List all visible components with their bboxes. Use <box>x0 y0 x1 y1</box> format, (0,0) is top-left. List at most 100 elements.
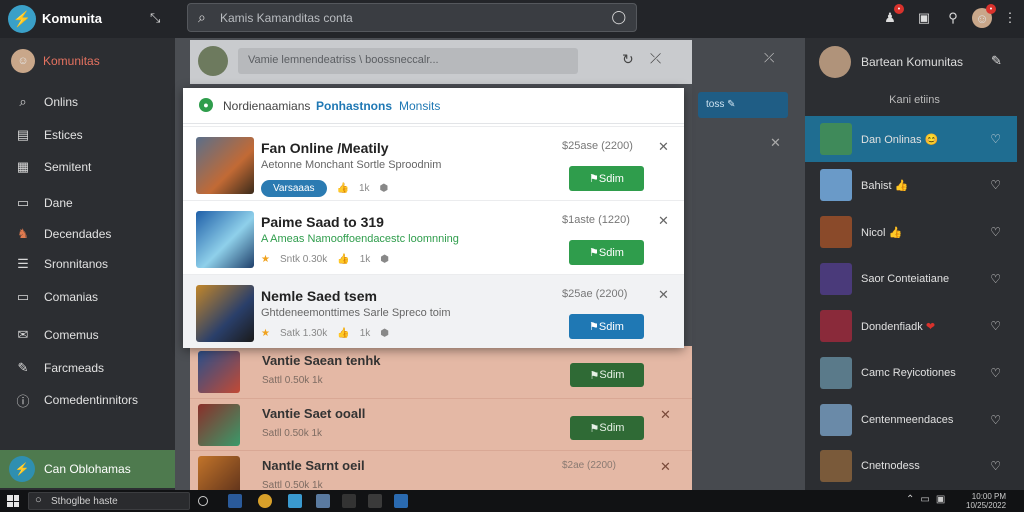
get-button[interactable]: ⚑ Sdim <box>569 314 644 339</box>
taskbar-app-icon[interactable] <box>288 494 302 508</box>
app-logo-icon[interactable]: ⚡ <box>8 5 36 33</box>
refresh-icon[interactable]: ◯ <box>611 9 626 25</box>
close-icon[interactable]: ✕ <box>658 139 669 155</box>
sidebar-bottom-user[interactable]: ⚡ Can Oblohamas <box>0 450 182 488</box>
system-tray-icons[interactable]: ⌃▭▣ <box>906 494 951 505</box>
get-button[interactable]: ⚑ Sdim <box>570 416 644 440</box>
close-icon[interactable]: ⤫ <box>764 50 774 66</box>
sidebar-item-comanias[interactable]: ▭ Comanias <box>0 282 175 312</box>
search-icon: ⌕ <box>19 94 27 109</box>
window-icon[interactable]: ▣ <box>914 8 934 28</box>
close-icon[interactable]: ⤫ <box>650 50 661 67</box>
heart-icon[interactable]: ♡ <box>990 366 1001 380</box>
post-input[interactable]: Vamie lemnendeatriss \ boossneccalr... <box>238 48 578 74</box>
friend-item[interactable]: Centenmeendaces ♡ <box>805 397 1017 443</box>
background-list: Vantie Saean tenhk Sattl 0.50k 1k ⚑ Sdim… <box>190 346 692 498</box>
monitor-icon: ▭ <box>16 289 30 304</box>
friend-item[interactable]: Camc Reyicotiones ♡ <box>805 350 1017 396</box>
taskbar-search[interactable]: ○ Sthoglbe haste <box>28 492 190 510</box>
friend-avatar <box>820 450 852 482</box>
task-view-icon[interactable] <box>198 496 208 506</box>
get-button[interactable]: ⚑ Sdim <box>569 166 644 191</box>
app-name: Komunita <box>42 11 102 26</box>
search-bar[interactable]: ⌕ Kamis Kamanditas conta ◯ <box>187 3 637 32</box>
friend-item[interactable]: Nicol 👍 ♡ <box>805 209 1017 255</box>
friend-avatar <box>820 169 852 201</box>
game-row[interactable]: Fan Online /Meatily Aetonne Monchant Sor… <box>183 126 684 200</box>
sidebar-profile[interactable]: ☺ Komunitas <box>0 46 175 76</box>
sidebar-item-dane[interactable]: ▭ Dane <box>0 188 175 218</box>
sidebar-item-comedentinnitors[interactable]: ⓘ Comedentinnitors <box>0 385 175 415</box>
shield-icon: ⬢ <box>379 183 389 194</box>
friend-item[interactable]: Dan Onlinas 😊 ♡ <box>805 116 1017 162</box>
game-thumbnail <box>196 137 254 194</box>
side-action-button[interactable]: toss ✎ <box>698 92 788 118</box>
list-item[interactable]: Vantie Saean tenhk Sattl 0.50k 1k ⚑ Sdim <box>190 346 692 398</box>
right-sidebar-subtitle: Kani etiins <box>889 94 940 106</box>
friend-avatar <box>820 357 852 389</box>
sidebar-item-estices[interactable]: ▤ Estices <box>0 120 175 150</box>
tab-nordienaamians[interactable]: Nordienaamians <box>223 99 310 113</box>
list-item[interactable]: Vantie Saet ooall Satll 0.50k 1k ✕ ⚑ Sdi… <box>190 398 692 450</box>
popup-tabs: ● Nordienaamians Ponhastnons Monsits <box>183 88 684 124</box>
sidebar-item-onlins[interactable]: ⌕ Onlins <box>0 87 175 117</box>
taskbar-app-icon[interactable] <box>228 494 242 508</box>
sidebar-item-comemus[interactable]: ✉ Comemus <box>0 320 175 350</box>
friend-avatar <box>820 310 852 342</box>
search-icon: ○ <box>35 494 42 506</box>
sidebar-item-semitent[interactable]: ▦ Semitent <box>0 152 175 182</box>
heart-icon[interactable]: ♡ <box>990 413 1001 427</box>
heart-icon[interactable]: ♡ <box>990 132 1001 146</box>
sidebar-title: Komunitas <box>43 54 100 68</box>
windows-start-icon[interactable] <box>7 495 19 507</box>
notification-badge: • <box>894 4 904 14</box>
heart-icon[interactable]: ♡ <box>990 178 1001 192</box>
game-row[interactable]: Paime Saad to 319 A Ameas Namooffoendace… <box>183 200 684 274</box>
taskbar-app-icon[interactable] <box>368 494 382 508</box>
heart-icon[interactable]: ♡ <box>990 272 1001 286</box>
tag-pill[interactable]: Varsaaas <box>261 180 327 197</box>
close-icon[interactable]: ✕ <box>770 135 781 151</box>
link-icon[interactable]: ⚲ <box>943 8 963 28</box>
close-icon[interactable]: ✕ <box>660 459 671 475</box>
user-notify-icon[interactable]: ♟ • <box>880 4 904 28</box>
sidebar-item-decendades[interactable]: ♞ Decendades <box>0 219 175 249</box>
taskbar-app-icon[interactable] <box>342 494 356 508</box>
browser-icon[interactable] <box>258 494 272 508</box>
tab-ponhastnons[interactable]: Ponhastnons <box>316 99 392 113</box>
heart-icon[interactable]: ♡ <box>990 459 1001 473</box>
get-button[interactable]: ⚑ Sdim <box>570 363 644 387</box>
game-row[interactable]: Nemle Saed tsem Ghtdeneemonttimes Sarle … <box>183 274 684 348</box>
friend-item[interactable]: Cnetnodess ♡ <box>805 443 1017 489</box>
friend-avatar <box>820 123 852 155</box>
friend-avatar <box>820 216 852 248</box>
sidebar-item-farcmeads[interactable]: ✎ Farcmeads <box>0 353 175 383</box>
collapse-icon[interactable]: ⤡ <box>150 10 160 26</box>
get-button[interactable]: ⚑ Sdim <box>569 240 644 265</box>
close-icon[interactable]: ✕ <box>660 407 671 423</box>
system-clock[interactable]: 10:00 PM 10/25/2022 <box>966 492 1006 510</box>
menu-icon[interactable]: ⋮ <box>1000 8 1020 28</box>
avatar: ☺ <box>11 49 35 73</box>
friend-item[interactable]: Bahist 👍 ♡ <box>805 162 1017 208</box>
bag-icon: ▤ <box>16 127 30 142</box>
heart-icon[interactable]: ♡ <box>990 319 1001 333</box>
info-icon: ⓘ <box>16 393 30 409</box>
notification-badge: • <box>986 4 996 14</box>
tab-monsits[interactable]: Monsits <box>399 99 440 113</box>
thumbs-up-icon: 👍 <box>337 328 350 339</box>
folder-icon[interactable] <box>316 494 330 508</box>
search-input[interactable]: Kamis Kamanditas conta <box>220 11 353 25</box>
friend-item[interactable]: Dondenfiadk ❤ ♡ <box>805 303 1017 349</box>
taskbar: ○ Sthoglbe haste ⌃▭▣ 10:00 PM 10/25/2022 <box>0 490 1024 512</box>
close-icon[interactable]: ✕ <box>658 287 669 303</box>
avatar[interactable]: ☺ • <box>972 4 996 28</box>
close-icon[interactable]: ✕ <box>658 213 669 229</box>
friend-item[interactable]: Saor Conteiatiane ♡ <box>805 256 1017 302</box>
thumbs-up-icon: 👍 <box>337 254 350 265</box>
taskbar-app-icon[interactable] <box>394 494 408 508</box>
refresh-icon[interactable]: ↻ <box>622 51 634 68</box>
edit-icon[interactable]: ✎ <box>991 53 1002 69</box>
sidebar-item-sronnitanos[interactable]: ☰ Sronnitanos <box>0 249 175 279</box>
heart-icon[interactable]: ♡ <box>990 225 1001 239</box>
